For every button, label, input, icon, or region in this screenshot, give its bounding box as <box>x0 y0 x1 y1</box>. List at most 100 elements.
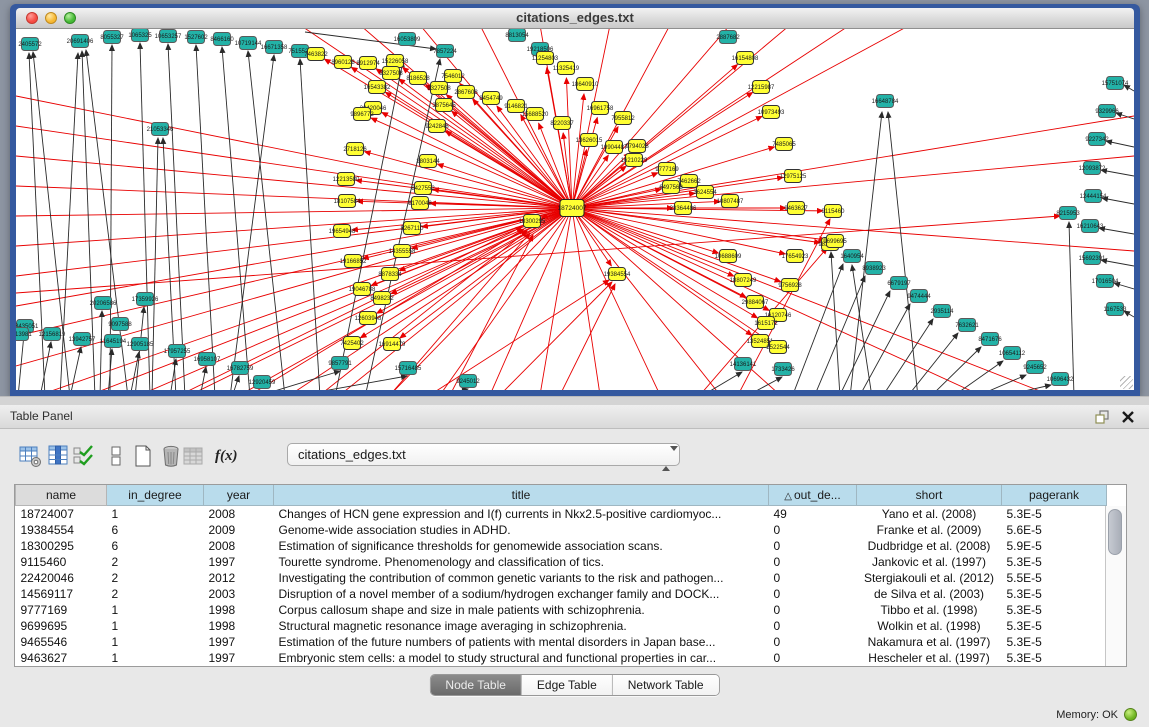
table-cell: Embryonic stem cells: a model to study s… <box>274 650 769 666</box>
memory-ok-indicator[interactable] <box>1124 708 1137 721</box>
node-label: 11645194 <box>100 339 127 345</box>
table-row[interactable]: 969969511998Structural magnetic resonanc… <box>16 618 1107 634</box>
column-header-short[interactable]: short <box>857 485 1002 506</box>
table-cell: Nakamura et al. (1997) <box>857 634 1002 650</box>
node-label: 6679197 <box>887 281 911 287</box>
node-label: 10654112 <box>999 351 1026 357</box>
resize-grip[interactable] <box>1120 376 1133 389</box>
node-label: 7425402 <box>340 341 364 347</box>
table-scrollbar[interactable] <box>1105 506 1126 666</box>
node-label: 10696432 <box>1047 377 1074 383</box>
column-header-name[interactable]: name <box>16 485 107 506</box>
table-row[interactable]: 1456911722003Disruption of a novel membe… <box>16 586 1107 602</box>
citation-network-graph[interactable]: 2405572206914068055327106532510653257152… <box>16 29 1134 390</box>
close-panel-icon[interactable] <box>1121 410 1135 424</box>
function-builder-icon[interactable]: f(x) <box>215 443 239 469</box>
table-cell: 18724007 <box>16 506 107 523</box>
table-cell: Genome-wide association studies in ADHD. <box>274 522 769 538</box>
node-label: 9115460 <box>822 209 846 215</box>
table-row[interactable]: 911546021997Tourette syndrome. Phenomeno… <box>16 554 1107 570</box>
node-label: 12603948 <box>355 316 382 322</box>
table-settings-icon[interactable] <box>18 443 42 469</box>
network-window-titlebar[interactable]: citations_edges.txt <box>16 8 1134 29</box>
node-label: 20691406 <box>67 39 94 45</box>
column-header-out_de[interactable]: △out_de... <box>769 485 857 506</box>
column-header-year[interactable]: year <box>204 485 274 506</box>
tab-node-table[interactable]: Node Table <box>430 675 521 695</box>
node-label: 12213580 <box>333 177 360 183</box>
table-cell: 0 <box>769 602 857 618</box>
tab-edge-table[interactable]: Edge Table <box>521 675 612 695</box>
table-cell: Yano et al. (2008) <box>857 506 1002 523</box>
table-row[interactable]: 1830029562008Estimation of significance … <box>16 538 1107 554</box>
node-label: 11325419 <box>553 66 580 72</box>
float-panel-icon[interactable] <box>1095 410 1109 424</box>
table-row[interactable]: 1872400712008Changes of HCN gene express… <box>16 506 1107 523</box>
node-label: 9474444 <box>907 294 931 300</box>
column-header-pagerank[interactable]: pagerank <box>1002 485 1107 506</box>
status-bar: Memory: OK <box>1056 708 1137 721</box>
table-cell: Changes of HCN gene expression and I(f) … <box>274 506 769 523</box>
table-cell: 9115460 <box>16 554 107 570</box>
graph-edge <box>572 156 1134 208</box>
new-table-icon[interactable] <box>131 443 155 469</box>
node-label: 2867608 <box>454 90 478 96</box>
table-row[interactable]: 2242004622012Investigating the contribut… <box>16 570 1107 586</box>
table-cell: Estimation of significance thresholds fo… <box>274 538 769 554</box>
table-cell: 14569117 <box>16 586 107 602</box>
node-label: 9245652 <box>1023 365 1047 371</box>
table-selector-dropdown[interactable]: citations_edges.txt <box>287 443 680 466</box>
table-cell: 6 <box>107 538 204 554</box>
node-label: 12215987 <box>748 85 775 91</box>
node-label: 6497568 <box>659 185 683 191</box>
table-cell: 9465546 <box>16 634 107 650</box>
table-cell: 1 <box>107 618 204 634</box>
minimize-button[interactable] <box>45 12 57 24</box>
table-cell: 19384554 <box>16 522 107 538</box>
graph-edge <box>40 208 572 390</box>
tab-network-table[interactable]: Network Table <box>612 675 719 695</box>
table-cell: Tourette syndrome. Phenomenology and cla… <box>274 554 769 570</box>
node-label: 9463627 <box>784 206 808 212</box>
node-label: 8938923 <box>862 266 886 272</box>
column-header-in_degree[interactable]: in_degree <box>107 485 204 506</box>
node-label: 16154808 <box>732 56 759 62</box>
row-height-icon[interactable] <box>104 443 128 469</box>
delete-table-icon[interactable] <box>159 443 183 469</box>
close-button[interactable] <box>26 12 38 24</box>
node-label: 19384554 <box>604 272 631 278</box>
node-label: 2803144 <box>416 159 440 165</box>
node-label: 9245012 <box>456 379 480 385</box>
node-label: 8427552 <box>411 186 435 192</box>
column-header-title[interactable]: title <box>274 485 769 506</box>
sort-ascending-icon: △ <box>784 491 792 502</box>
node-label: 8055327 <box>100 35 124 41</box>
node-label: 1167533 <box>1104 307 1128 313</box>
node-label: 7546012 <box>441 74 465 80</box>
scrollbar-thumb[interactable] <box>1108 509 1122 555</box>
node-label: 8186528 <box>406 76 430 82</box>
table-row[interactable]: 977716911998Corpus callosum shape and si… <box>16 602 1107 618</box>
zoom-button[interactable] <box>64 12 76 24</box>
node-label: 23364486 <box>670 206 697 212</box>
select-rows-check-icon[interactable] <box>72 443 96 469</box>
network-canvas[interactable]: 2405572206914068055327106532510653257152… <box>16 29 1134 390</box>
graph-edge <box>40 342 51 390</box>
table-row[interactable]: 1938455462009Genome-wide association stu… <box>16 522 1107 538</box>
table-row[interactable]: 946362711997Embryonic stem cells: a mode… <box>16 650 1107 666</box>
table-cell: 2 <box>107 570 204 586</box>
node-label: 13626015 <box>576 138 603 144</box>
node-label: 3875645 <box>432 103 456 109</box>
node-label: 19046788 <box>349 287 376 293</box>
node-label: 19166852 <box>340 259 367 265</box>
table-cell: 2009 <box>204 522 274 538</box>
network-view-window[interactable]: citations_edges.txt 24055722069140680553… <box>10 4 1140 396</box>
table-cell: 0 <box>769 538 857 554</box>
graph-edge <box>1101 260 1134 266</box>
table-cell: 2008 <box>204 538 274 554</box>
panel-divider[interactable] <box>0 396 1149 405</box>
column-select-icon[interactable] <box>46 443 70 469</box>
column-header-label: out_de... <box>794 488 841 502</box>
table-row[interactable]: 946554611997Estimation of the future num… <box>16 634 1107 650</box>
window-title: citations_edges.txt <box>16 8 1134 28</box>
